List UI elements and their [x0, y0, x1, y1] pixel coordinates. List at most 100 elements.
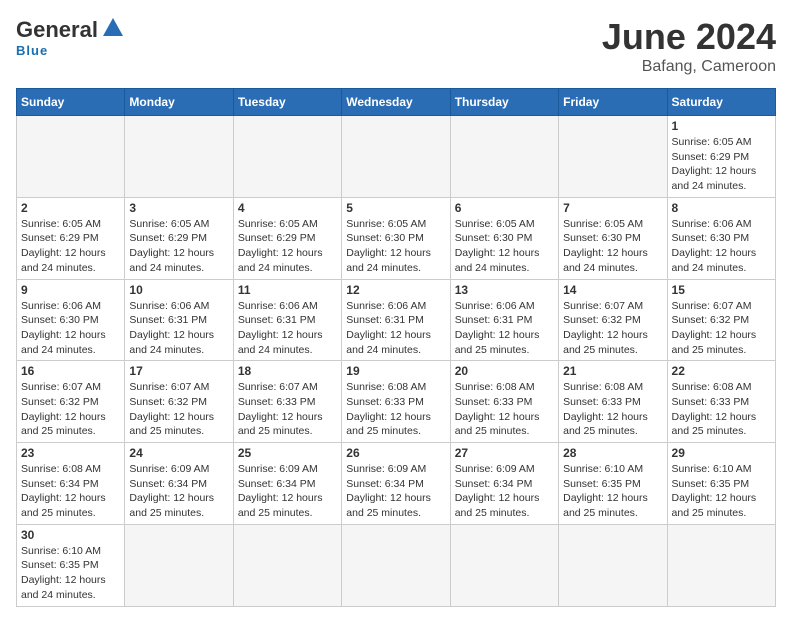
calendar-cell: 9 Sunrise: 6:06 AMSunset: 6:30 PMDaylight…: [17, 279, 125, 361]
calendar-cell: [342, 116, 450, 198]
day-number: 3: [129, 201, 228, 215]
calendar-cell: 8 Sunrise: 6:06 AMSunset: 6:30 PMDaylight…: [667, 197, 775, 279]
calendar-cell: [125, 524, 233, 606]
day-number: 20: [455, 364, 554, 378]
day-number: 19: [346, 364, 445, 378]
calendar-cell: 15 Sunrise: 6:07 AMSunset: 6:32 PMDayligh…: [667, 279, 775, 361]
calendar-cell: [233, 116, 341, 198]
day-number: 4: [238, 201, 337, 215]
calendar-cell: 13 Sunrise: 6:06 AMSunset: 6:31 PMDayligh…: [450, 279, 558, 361]
day-number: 14: [563, 283, 662, 297]
calendar-cell: 4 Sunrise: 6:05 AMSunset: 6:29 PMDaylight…: [233, 197, 341, 279]
col-sunday: Sunday: [17, 89, 125, 116]
day-info: Sunrise: 6:07 AMSunset: 6:32 PMDaylight:…: [563, 299, 662, 358]
week-row-4: 16 Sunrise: 6:07 AMSunset: 6:32 PMDayligh…: [17, 361, 776, 443]
logo-blue-triangle: [102, 16, 124, 43]
day-info: Sunrise: 6:08 AMSunset: 6:33 PMDaylight:…: [455, 380, 554, 439]
calendar-cell: 7Sunrise: 6:05 AMSunset: 6:30 PMDaylight…: [559, 197, 667, 279]
week-row-6: 30Sunrise: 6:10 AMSunset: 6:35 PMDayligh…: [17, 524, 776, 606]
calendar-cell: 11 Sunrise: 6:06 AMSunset: 6:31 PMDayligh…: [233, 279, 341, 361]
calendar-cell: 5Sunrise: 6:05 AMSunset: 6:30 PMDaylight…: [342, 197, 450, 279]
month-title: June 2024: [602, 16, 776, 58]
calendar-cell: 26 Sunrise: 6:09 AMSunset: 6:34 PMDayligh…: [342, 443, 450, 525]
week-row-2: 2Sunrise: 6:05 AMSunset: 6:29 PMDaylight…: [17, 197, 776, 279]
logo-blue-label: Blue: [16, 43, 48, 58]
day-info: Sunrise: 6:06 AMSunset: 6:31 PMDaylight:…: [238, 299, 337, 358]
day-number: 11: [238, 283, 337, 297]
day-number: 27: [455, 446, 554, 460]
calendar-cell: [342, 524, 450, 606]
calendar-cell: 27 Sunrise: 6:09 AMSunset: 6:34 PMDayligh…: [450, 443, 558, 525]
day-info: Sunrise: 6:06 AMSunset: 6:30 PMDaylight:…: [672, 217, 771, 276]
page-container: General Blue June 2024 Bafang, Cameroon …: [16, 16, 776, 607]
day-number: 1: [672, 119, 771, 133]
day-info: Sunrise: 6:08 AMSunset: 6:33 PMDaylight:…: [346, 380, 445, 439]
day-number: 24: [129, 446, 228, 460]
day-number: 8: [672, 201, 771, 215]
calendar-cell: 1 Sunrise: 6:05 AMSunset: 6:29 PMDaylight…: [667, 116, 775, 198]
day-number: 9: [21, 283, 120, 297]
day-info: Sunrise: 6:05 AMSunset: 6:30 PMDaylight:…: [455, 217, 554, 276]
day-info: Sunrise: 6:10 AMSunset: 6:35 PMDaylight:…: [563, 462, 662, 521]
header: General Blue June 2024 Bafang, Cameroon: [16, 16, 776, 76]
day-info: Sunrise: 6:08 AMSunset: 6:33 PMDaylight:…: [672, 380, 771, 439]
day-number: 26: [346, 446, 445, 460]
day-info: Sunrise: 6:05 AMSunset: 6:29 PMDaylight:…: [21, 217, 120, 276]
day-number: 29: [672, 446, 771, 460]
col-tuesday: Tuesday: [233, 89, 341, 116]
calendar-cell: [125, 116, 233, 198]
calendar-cell: 19 Sunrise: 6:08 AMSunset: 6:33 PMDayligh…: [342, 361, 450, 443]
day-info: Sunrise: 6:06 AMSunset: 6:30 PMDaylight:…: [21, 299, 120, 358]
calendar-cell: 14 Sunrise: 6:07 AMSunset: 6:32 PMDayligh…: [559, 279, 667, 361]
day-info: Sunrise: 6:09 AMSunset: 6:34 PMDaylight:…: [455, 462, 554, 521]
day-number: 6: [455, 201, 554, 215]
day-number: 17: [129, 364, 228, 378]
day-number: 15: [672, 283, 771, 297]
title-area: June 2024 Bafang, Cameroon: [602, 16, 776, 76]
calendar-cell: 10 Sunrise: 6:06 AMSunset: 6:31 PMDayligh…: [125, 279, 233, 361]
calendar-cell: [559, 116, 667, 198]
day-info: Sunrise: 6:09 AMSunset: 6:34 PMDaylight:…: [129, 462, 228, 521]
calendar-table: Sunday Monday Tuesday Wednesday Thursday…: [16, 88, 776, 607]
day-number: 16: [21, 364, 120, 378]
day-number: 13: [455, 283, 554, 297]
day-number: 21: [563, 364, 662, 378]
day-number: 10: [129, 283, 228, 297]
col-saturday: Saturday: [667, 89, 775, 116]
calendar-cell: 23 Sunrise: 6:08 AMSunset: 6:34 PMDayligh…: [17, 443, 125, 525]
calendar-cell: 12Sunrise: 6:06 AMSunset: 6:31 PMDayligh…: [342, 279, 450, 361]
day-info: Sunrise: 6:10 AMSunset: 6:35 PMDaylight:…: [21, 544, 120, 603]
calendar-cell: 25Sunrise: 6:09 AMSunset: 6:34 PMDayligh…: [233, 443, 341, 525]
calendar-cell: [450, 116, 558, 198]
col-thursday: Thursday: [450, 89, 558, 116]
day-info: Sunrise: 6:05 AMSunset: 6:29 PMDaylight:…: [238, 217, 337, 276]
day-info: Sunrise: 6:05 AMSunset: 6:29 PMDaylight:…: [672, 135, 771, 194]
calendar-cell: 29 Sunrise: 6:10 AMSunset: 6:35 PMDayligh…: [667, 443, 775, 525]
day-info: Sunrise: 6:06 AMSunset: 6:31 PMDaylight:…: [455, 299, 554, 358]
day-number: 23: [21, 446, 120, 460]
day-info: Sunrise: 6:10 AMSunset: 6:35 PMDaylight:…: [672, 462, 771, 521]
calendar-cell: [559, 524, 667, 606]
calendar-cell: 24 Sunrise: 6:09 AMSunset: 6:34 PMDayligh…: [125, 443, 233, 525]
calendar-cell: 21Sunrise: 6:08 AMSunset: 6:33 PMDayligh…: [559, 361, 667, 443]
calendar-cell: [667, 524, 775, 606]
calendar-cell: 22 Sunrise: 6:08 AMSunset: 6:33 PMDayligh…: [667, 361, 775, 443]
day-number: 22: [672, 364, 771, 378]
day-info: Sunrise: 6:09 AMSunset: 6:34 PMDaylight:…: [238, 462, 337, 521]
calendar-cell: 30Sunrise: 6:10 AMSunset: 6:35 PMDayligh…: [17, 524, 125, 606]
calendar-cell: 20 Sunrise: 6:08 AMSunset: 6:33 PMDayligh…: [450, 361, 558, 443]
calendar-cell: 18Sunrise: 6:07 AMSunset: 6:33 PMDayligh…: [233, 361, 341, 443]
calendar-cell: 16Sunrise: 6:07 AMSunset: 6:32 PMDayligh…: [17, 361, 125, 443]
calendar-cell: [233, 524, 341, 606]
day-info: Sunrise: 6:08 AMSunset: 6:34 PMDaylight:…: [21, 462, 120, 521]
day-info: Sunrise: 6:06 AMSunset: 6:31 PMDaylight:…: [129, 299, 228, 358]
logo-icon: General: [16, 16, 124, 43]
day-info: Sunrise: 6:05 AMSunset: 6:30 PMDaylight:…: [346, 217, 445, 276]
week-row-5: 23 Sunrise: 6:08 AMSunset: 6:34 PMDayligh…: [17, 443, 776, 525]
logo-area: General Blue: [16, 16, 124, 58]
day-info: Sunrise: 6:07 AMSunset: 6:32 PMDaylight:…: [672, 299, 771, 358]
location-title: Bafang, Cameroon: [602, 58, 776, 76]
day-info: Sunrise: 6:07 AMSunset: 6:32 PMDaylight:…: [129, 380, 228, 439]
day-info: Sunrise: 6:09 AMSunset: 6:34 PMDaylight:…: [346, 462, 445, 521]
col-wednesday: Wednesday: [342, 89, 450, 116]
